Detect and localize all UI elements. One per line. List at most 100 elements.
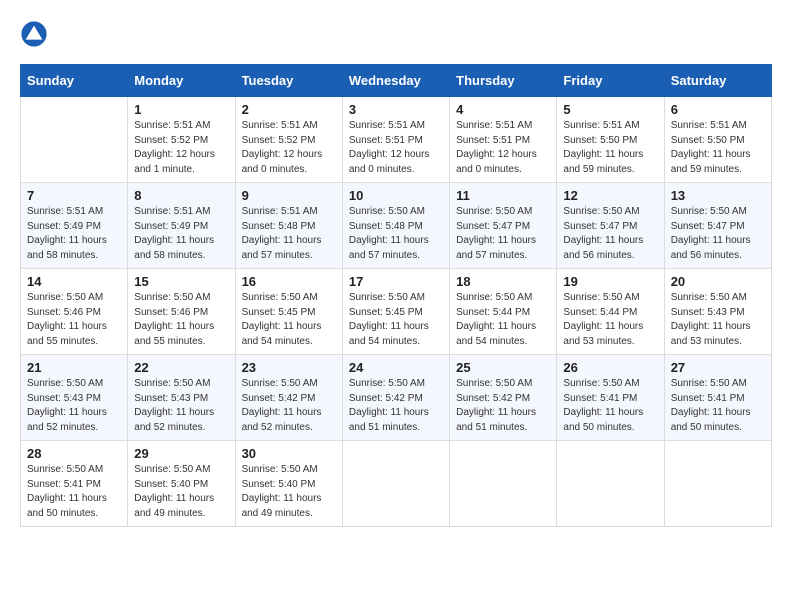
day-info: Sunrise: 5:50 AM Sunset: 5:44 PM Dayligh…	[563, 291, 657, 349]
calendar-header-row: SundayMondayTuesdayWednesdayThursdayFrid…	[21, 65, 772, 97]
calendar-cell	[664, 441, 771, 527]
day-info: Sunrise: 5:51 AM Sunset: 5:51 PM Dayligh…	[456, 119, 550, 177]
calendar-week-3: 14 Sunrise: 5:50 AM Sunset: 5:46 PM Dayli…	[21, 269, 772, 355]
day-info: Sunrise: 5:50 AM Sunset: 5:42 PM Dayligh…	[349, 377, 443, 435]
day-number: 20	[671, 274, 765, 289]
calendar-cell	[450, 441, 557, 527]
day-info: Sunrise: 5:50 AM Sunset: 5:43 PM Dayligh…	[27, 377, 121, 435]
calendar-cell: 22Sunrise: 5:50 AM Sunset: 5:43 PM Dayli…	[128, 355, 235, 441]
calendar-cell: 4 Sunrise: 5:51 AM Sunset: 5:51 PM Daylig…	[450, 97, 557, 183]
calendar-cell: 25Sunrise: 5:50 AM Sunset: 5:42 PM Dayli…	[450, 355, 557, 441]
day-info: Sunrise: 5:50 AM Sunset: 5:41 PM Dayligh…	[671, 377, 765, 435]
calendar-cell: 16 Sunrise: 5:50 AM Sunset: 5:45 PM Dayli…	[235, 269, 342, 355]
day-info: Sunrise: 5:50 AM Sunset: 5:45 PM Dayligh…	[242, 291, 336, 349]
calendar-cell: 21 Sunrise: 5:50 AM Sunset: 5:43 PM Dayli…	[21, 355, 128, 441]
day-info: Sunrise: 5:50 AM Sunset: 5:42 PM Dayligh…	[456, 377, 550, 435]
day-info: Sunrise: 5:51 AM Sunset: 5:48 PM Dayligh…	[242, 205, 336, 263]
day-info: Sunrise: 5:50 AM Sunset: 5:44 PM Dayligh…	[456, 291, 550, 349]
calendar-cell: 28 Sunrise: 5:50 AM Sunset: 5:41 PM Dayli…	[21, 441, 128, 527]
calendar-cell: 9 Sunrise: 5:51 AM Sunset: 5:48 PM Daylig…	[235, 183, 342, 269]
day-number: 23	[242, 360, 336, 375]
calendar-body: 1 Sunrise: 5:51 AM Sunset: 5:52 PM Daylig…	[21, 97, 772, 527]
logo	[20, 20, 50, 48]
day-number: 9	[242, 188, 336, 203]
day-info: Sunrise: 5:50 AM Sunset: 5:47 PM Dayligh…	[671, 205, 765, 263]
day-info: Sunrise: 5:51 AM Sunset: 5:52 PM Dayligh…	[242, 119, 336, 177]
day-number: 14	[27, 274, 121, 289]
calendar-cell: 30 Sunrise: 5:50 AM Sunset: 5:40 PM Dayli…	[235, 441, 342, 527]
calendar-cell: 15 Sunrise: 5:50 AM Sunset: 5:46 PM Dayli…	[128, 269, 235, 355]
calendar-cell: 10 Sunrise: 5:50 AM Sunset: 5:48 PM Dayli…	[342, 183, 449, 269]
calendar-cell: 20Sunrise: 5:50 AM Sunset: 5:43 PM Dayli…	[664, 269, 771, 355]
calendar-cell	[557, 441, 664, 527]
day-number: 18	[456, 274, 550, 289]
day-info: Sunrise: 5:50 AM Sunset: 5:40 PM Dayligh…	[242, 463, 336, 521]
day-info: Sunrise: 5:50 AM Sunset: 5:48 PM Dayligh…	[349, 205, 443, 263]
day-number: 11	[456, 188, 550, 203]
calendar-cell	[21, 97, 128, 183]
calendar-cell: 26Sunrise: 5:50 AM Sunset: 5:41 PM Dayli…	[557, 355, 664, 441]
calendar-cell: 5Sunrise: 5:51 AM Sunset: 5:50 PM Daylig…	[557, 97, 664, 183]
calendar-cell: 12 Sunrise: 5:50 AM Sunset: 5:47 PM Dayli…	[557, 183, 664, 269]
column-header-friday: Friday	[557, 65, 664, 97]
calendar-cell: 14 Sunrise: 5:50 AM Sunset: 5:46 PM Dayli…	[21, 269, 128, 355]
page-header	[20, 20, 772, 48]
day-number: 24	[349, 360, 443, 375]
calendar-week-2: 7 Sunrise: 5:51 AM Sunset: 5:49 PM Daylig…	[21, 183, 772, 269]
day-number: 28	[27, 446, 121, 461]
day-number: 2	[242, 102, 336, 117]
day-info: Sunrise: 5:50 AM Sunset: 5:41 PM Dayligh…	[27, 463, 121, 521]
column-header-sunday: Sunday	[21, 65, 128, 97]
column-header-monday: Monday	[128, 65, 235, 97]
calendar-week-1: 1 Sunrise: 5:51 AM Sunset: 5:52 PM Daylig…	[21, 97, 772, 183]
column-header-saturday: Saturday	[664, 65, 771, 97]
calendar-cell: 29 Sunrise: 5:50 AM Sunset: 5:40 PM Dayli…	[128, 441, 235, 527]
day-number: 13	[671, 188, 765, 203]
day-info: Sunrise: 5:51 AM Sunset: 5:49 PM Dayligh…	[27, 205, 121, 263]
calendar-cell: 7 Sunrise: 5:51 AM Sunset: 5:49 PM Daylig…	[21, 183, 128, 269]
calendar-cell: 11 Sunrise: 5:50 AM Sunset: 5:47 PM Dayli…	[450, 183, 557, 269]
calendar-cell: 27Sunrise: 5:50 AM Sunset: 5:41 PM Dayli…	[664, 355, 771, 441]
day-number: 29	[134, 446, 228, 461]
calendar-cell	[342, 441, 449, 527]
column-header-thursday: Thursday	[450, 65, 557, 97]
day-info: Sunrise: 5:50 AM Sunset: 5:46 PM Dayligh…	[134, 291, 228, 349]
day-number: 10	[349, 188, 443, 203]
day-info: Sunrise: 5:50 AM Sunset: 5:40 PM Dayligh…	[134, 463, 228, 521]
day-info: Sunrise: 5:50 AM Sunset: 5:47 PM Dayligh…	[563, 205, 657, 263]
calendar-cell: 8Sunrise: 5:51 AM Sunset: 5:49 PM Daylig…	[128, 183, 235, 269]
calendar-cell: 1 Sunrise: 5:51 AM Sunset: 5:52 PM Daylig…	[128, 97, 235, 183]
day-number: 16	[242, 274, 336, 289]
calendar-cell: 17Sunrise: 5:50 AM Sunset: 5:45 PM Dayli…	[342, 269, 449, 355]
day-number: 19	[563, 274, 657, 289]
day-number: 17	[349, 274, 443, 289]
day-number: 15	[134, 274, 228, 289]
calendar-cell: 19 Sunrise: 5:50 AM Sunset: 5:44 PM Dayli…	[557, 269, 664, 355]
day-info: Sunrise: 5:51 AM Sunset: 5:49 PM Dayligh…	[134, 205, 228, 263]
column-header-tuesday: Tuesday	[235, 65, 342, 97]
calendar-cell: 13 Sunrise: 5:50 AM Sunset: 5:47 PM Dayli…	[664, 183, 771, 269]
day-info: Sunrise: 5:50 AM Sunset: 5:47 PM Dayligh…	[456, 205, 550, 263]
calendar-week-5: 28 Sunrise: 5:50 AM Sunset: 5:41 PM Dayli…	[21, 441, 772, 527]
day-number: 21	[27, 360, 121, 375]
day-info: Sunrise: 5:50 AM Sunset: 5:46 PM Dayligh…	[27, 291, 121, 349]
day-number: 3	[349, 102, 443, 117]
day-info: Sunrise: 5:50 AM Sunset: 5:42 PM Dayligh…	[242, 377, 336, 435]
day-info: Sunrise: 5:50 AM Sunset: 5:41 PM Dayligh…	[563, 377, 657, 435]
day-number: 12	[563, 188, 657, 203]
calendar-cell: 24 Sunrise: 5:50 AM Sunset: 5:42 PM Dayli…	[342, 355, 449, 441]
day-number: 30	[242, 446, 336, 461]
day-number: 6	[671, 102, 765, 117]
day-number: 1	[134, 102, 228, 117]
calendar-cell: 6 Sunrise: 5:51 AM Sunset: 5:50 PM Daylig…	[664, 97, 771, 183]
calendar-cell: 3 Sunrise: 5:51 AM Sunset: 5:51 PM Daylig…	[342, 97, 449, 183]
day-number: 7	[27, 188, 121, 203]
day-number: 4	[456, 102, 550, 117]
day-info: Sunrise: 5:51 AM Sunset: 5:50 PM Dayligh…	[671, 119, 765, 177]
logo-icon	[20, 20, 48, 48]
day-info: Sunrise: 5:51 AM Sunset: 5:52 PM Dayligh…	[134, 119, 228, 177]
calendar-cell: 23 Sunrise: 5:50 AM Sunset: 5:42 PM Dayli…	[235, 355, 342, 441]
day-info: Sunrise: 5:51 AM Sunset: 5:51 PM Dayligh…	[349, 119, 443, 177]
calendar-week-4: 21 Sunrise: 5:50 AM Sunset: 5:43 PM Dayli…	[21, 355, 772, 441]
day-number: 5	[563, 102, 657, 117]
